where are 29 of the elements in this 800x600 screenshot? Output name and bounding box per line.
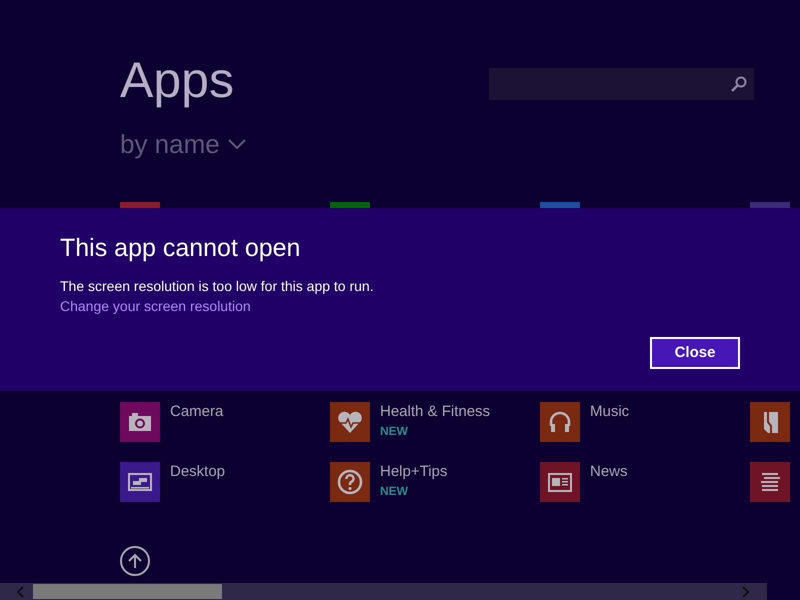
app-tile[interactable] <box>540 402 580 442</box>
dialog-message: The screen resolution is too low for this app to run. <box>60 277 374 296</box>
app-tile[interactable] <box>120 402 160 442</box>
app-name: Music <box>590 402 630 422</box>
new-label: NEW <box>380 483 409 500</box>
app-tile[interactable] <box>750 402 790 442</box>
app-name: Camera <box>170 402 224 422</box>
search-icon <box>730 75 748 93</box>
app-name: Desktop <box>170 462 226 482</box>
question-icon <box>336 468 364 496</box>
horizontal-scrollbar[interactable] <box>0 583 767 600</box>
app-tile[interactable] <box>330 402 370 442</box>
resolution-link[interactable]: Change your screen resolution <box>60 296 251 316</box>
close-button[interactable]: Close <box>650 337 740 369</box>
app-name: News <box>590 462 628 482</box>
arrow-up-icon <box>128 553 142 569</box>
page-title: Apps <box>120 51 235 110</box>
app-tile[interactable] <box>540 462 580 502</box>
app-name: Health & Fitness <box>380 402 490 422</box>
app-tile[interactable] <box>330 462 370 502</box>
scrollbar-thumb[interactable] <box>33 584 222 599</box>
app-tile[interactable] <box>120 462 160 502</box>
app-name: Help+Tips <box>380 462 448 482</box>
scroll-up-button[interactable] <box>120 546 150 576</box>
dialog-title: This app cannot open <box>60 233 300 264</box>
search-field[interactable] <box>489 68 754 100</box>
new-label: NEW <box>380 423 409 440</box>
chevron-down-icon <box>228 139 246 149</box>
app-tile[interactable] <box>750 462 790 502</box>
